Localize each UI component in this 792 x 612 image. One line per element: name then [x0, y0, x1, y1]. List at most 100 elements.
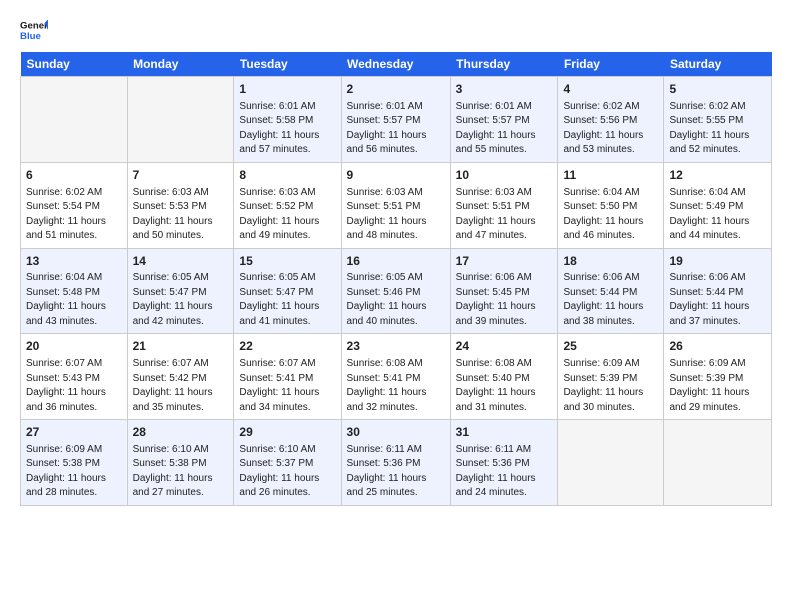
cell-content: Sunrise: 6:02 AMSunset: 5:55 PMDaylight:… — [669, 100, 766, 158]
day-number: 7 — [133, 167, 229, 184]
daylight-text: Daylight: 11 hours and 29 minutes. — [669, 387, 749, 413]
day-number: 30 — [347, 424, 445, 441]
daylight-text: Daylight: 11 hours and 43 minutes. — [26, 301, 106, 327]
calendar-cell: 2Sunrise: 6:01 AMSunset: 5:57 PMDaylight… — [341, 77, 450, 163]
day-number: 8 — [239, 167, 335, 184]
cell-content: Sunrise: 6:01 AM Sunset: 5:57 PM Daylight:… — [456, 100, 553, 158]
cell-content: Sunrise: 6:11 AMSunset: 5:36 PMDaylight:… — [456, 443, 553, 501]
cell-content: Sunrise: 6:03 AMSunset: 5:51 PMDaylight:… — [347, 186, 445, 244]
daylight-text: Daylight: 11 hours and 46 minutes. — [563, 216, 643, 242]
daylight-text: Daylight: 11 hours and 39 minutes. — [456, 301, 536, 327]
sunset-text: Sunset: 5:49 PM — [669, 201, 743, 212]
day-number: 4 — [563, 81, 658, 98]
daylight-text: Daylight: 11 hours and 57 minutes. — [239, 130, 319, 156]
cell-content: Sunrise: 6:06 AMSunset: 5:44 PMDaylight:… — [563, 271, 658, 329]
sunset-text: Sunset: 5:44 PM — [563, 287, 637, 298]
sunrise-text: Sunrise: 6:11 AM — [347, 444, 422, 455]
cell-content: Sunrise: 6:03 AMSunset: 5:52 PMDaylight:… — [239, 186, 335, 244]
calendar-week-row: 13Sunrise: 6:04 AMSunset: 5:48 PMDayligh… — [21, 248, 772, 334]
sunset-text: Sunset: 5:51 PM — [456, 201, 530, 212]
calendar-week-row: 1Sunrise: 6:01 AMSunset: 5:58 PMDaylight… — [21, 77, 772, 163]
calendar-week-row: 27 Sunrise: 6:09 AMSunset: 5:38 PMDayligh… — [21, 420, 772, 506]
day-number: 29 — [239, 424, 335, 441]
sunrise-text: Sunrise: 6:03 AM — [347, 187, 423, 198]
sunset-text: Sunset: 5:47 PM — [239, 287, 313, 298]
sunset-text: Sunset: 5:37 PM — [239, 458, 313, 469]
day-number: 21 — [133, 338, 229, 355]
daylight-text: Daylight: 11 hours and 38 minutes. — [563, 301, 643, 327]
cell-content: Sunrise: 6:09 AMSunset: 5:39 PMDaylight:… — [669, 357, 766, 415]
sunset-text: Sunset: 5:54 PM — [26, 201, 100, 212]
day-number: 31 — [456, 424, 553, 441]
calendar-cell — [558, 420, 664, 506]
daylight-text: Daylight: 11 hours and 56 minutes. — [347, 130, 427, 156]
sunset-text: Sunset: 5:46 PM — [347, 287, 421, 298]
day-number: 27 — [26, 424, 122, 441]
daylight-text: Daylight: 11 hours and 40 minutes. — [347, 301, 427, 327]
sunset-text: Sunset: 5:41 PM — [239, 373, 313, 384]
sunset-text: Sunset: 5:48 PM — [26, 287, 100, 298]
sunset-text: Sunset: 5:47 PM — [133, 287, 207, 298]
calendar-cell: 27 Sunrise: 6:09 AMSunset: 5:38 PMDayligh… — [21, 420, 128, 506]
calendar-cell — [21, 77, 128, 163]
daylight-text: Daylight: 11 hours and 30 minutes. — [563, 387, 643, 413]
sunset-text: Sunset: 5:42 PM — [133, 373, 207, 384]
calendar-cell: 5Sunrise: 6:02 AMSunset: 5:55 PMDaylight… — [664, 77, 772, 163]
day-number: 1 — [239, 81, 335, 98]
daylight-text: Daylight: 11 hours and 32 minutes. — [347, 387, 427, 413]
calendar-cell: 26Sunrise: 6:09 AMSunset: 5:39 PMDayligh… — [664, 334, 772, 420]
sunset-text: Sunset: 5:40 PM — [456, 373, 530, 384]
sunset-text: Sunset: 5:50 PM — [563, 201, 637, 212]
sunrise-text: Sunrise: 6:05 AM — [239, 272, 315, 283]
calendar-cell: 16Sunrise: 6:05 AMSunset: 5:46 PMDayligh… — [341, 248, 450, 334]
cell-content: Sunrise: 6:02 AM Sunset: 5:56 PM Daylight:… — [563, 100, 658, 158]
cell-content: Sunrise: 6:07 AMSunset: 5:43 PMDaylight:… — [26, 357, 122, 415]
sunrise-text: Sunrise: 6:04 AM — [669, 187, 745, 198]
sunrise-text: Sunrise: 6:02 AM — [563, 101, 639, 112]
sunrise-text: Sunrise: 6:01 AM — [456, 101, 532, 112]
daylight-text: Daylight: 11 hours and 35 minutes. — [133, 387, 213, 413]
day-number: 28 — [133, 424, 229, 441]
cell-content: Sunrise: 6:03 AMSunset: 5:51 PMDaylight:… — [456, 186, 553, 244]
sunset-text: Sunset: 5:53 PM — [133, 201, 207, 212]
daylight-text: Daylight: 11 hours and 48 minutes. — [347, 216, 427, 242]
day-number: 10 — [456, 167, 553, 184]
daylight-text: Daylight: 11 hours and 25 minutes. — [347, 473, 427, 499]
cell-content: Sunrise: 6:04 AMSunset: 5:50 PMDaylight:… — [563, 186, 658, 244]
weekday-header-row: SundayMondayTuesdayWednesdayThursdayFrid… — [21, 52, 772, 77]
cell-content: Sunrise: 6:06 AMSunset: 5:45 PMDaylight:… — [456, 271, 553, 329]
page-container: General Blue SundayMondayTuesdayWednesda… — [0, 0, 792, 516]
daylight-text: Daylight: 11 hours and 53 minutes. — [563, 130, 643, 156]
sunrise-text: Sunrise: 6:06 AM — [669, 272, 745, 283]
logo: General Blue — [20, 16, 48, 44]
sunset-text: Sunset: 5:57 PM — [347, 115, 421, 126]
daylight-text: Daylight: 11 hours and 31 minutes. — [456, 387, 536, 413]
sunset-text: Sunset: 5:39 PM — [669, 373, 743, 384]
calendar-cell: 11Sunrise: 6:04 AMSunset: 5:50 PMDayligh… — [558, 162, 664, 248]
day-number: 3 — [456, 81, 553, 98]
calendar-cell: 4 Sunrise: 6:02 AM Sunset: 5:56 PM Daylight… — [558, 77, 664, 163]
sunset-text: Sunset: 5:57 PM — [456, 115, 530, 126]
day-number: 23 — [347, 338, 445, 355]
sunset-text: Sunset: 5:38 PM — [26, 458, 100, 469]
cell-content: Sunrise: 6:02 AMSunset: 5:54 PMDaylight:… — [26, 186, 122, 244]
day-number: 14 — [133, 253, 229, 270]
daylight-text: Daylight: 11 hours and 55 minutes. — [456, 130, 536, 156]
calendar-cell: 19Sunrise: 6:06 AMSunset: 5:44 PMDayligh… — [664, 248, 772, 334]
daylight-text: Daylight: 11 hours and 28 minutes. — [26, 473, 106, 499]
weekday-header-saturday: Saturday — [664, 52, 772, 77]
day-number: 9 — [347, 167, 445, 184]
daylight-text: Daylight: 11 hours and 41 minutes. — [239, 301, 319, 327]
cell-content: Sunrise: 6:07 AMSunset: 5:41 PMDaylight:… — [239, 357, 335, 415]
sunset-text: Sunset: 5:56 PM — [563, 115, 637, 126]
cell-content: Sunrise: 6:10 AMSunset: 5:38 PMDaylight:… — [133, 443, 229, 501]
sunset-text: Sunset: 5:55 PM — [669, 115, 743, 126]
cell-content: Sunrise: 6:04 AMSunset: 5:48 PMDaylight:… — [26, 271, 122, 329]
sunrise-text: Sunrise: 6:06 AM — [456, 272, 532, 283]
day-number: 2 — [347, 81, 445, 98]
cell-content: Sunrise: 6:09 AMSunset: 5:38 PMDaylight:… — [26, 443, 122, 501]
sunrise-text: Sunrise: 6:05 AM — [133, 272, 209, 283]
cell-content: Sunrise: 6:05 AMSunset: 5:47 PMDaylight:… — [133, 271, 229, 329]
calendar-cell: 20Sunrise: 6:07 AMSunset: 5:43 PMDayligh… — [21, 334, 128, 420]
daylight-text: Daylight: 11 hours and 47 minutes. — [456, 216, 536, 242]
